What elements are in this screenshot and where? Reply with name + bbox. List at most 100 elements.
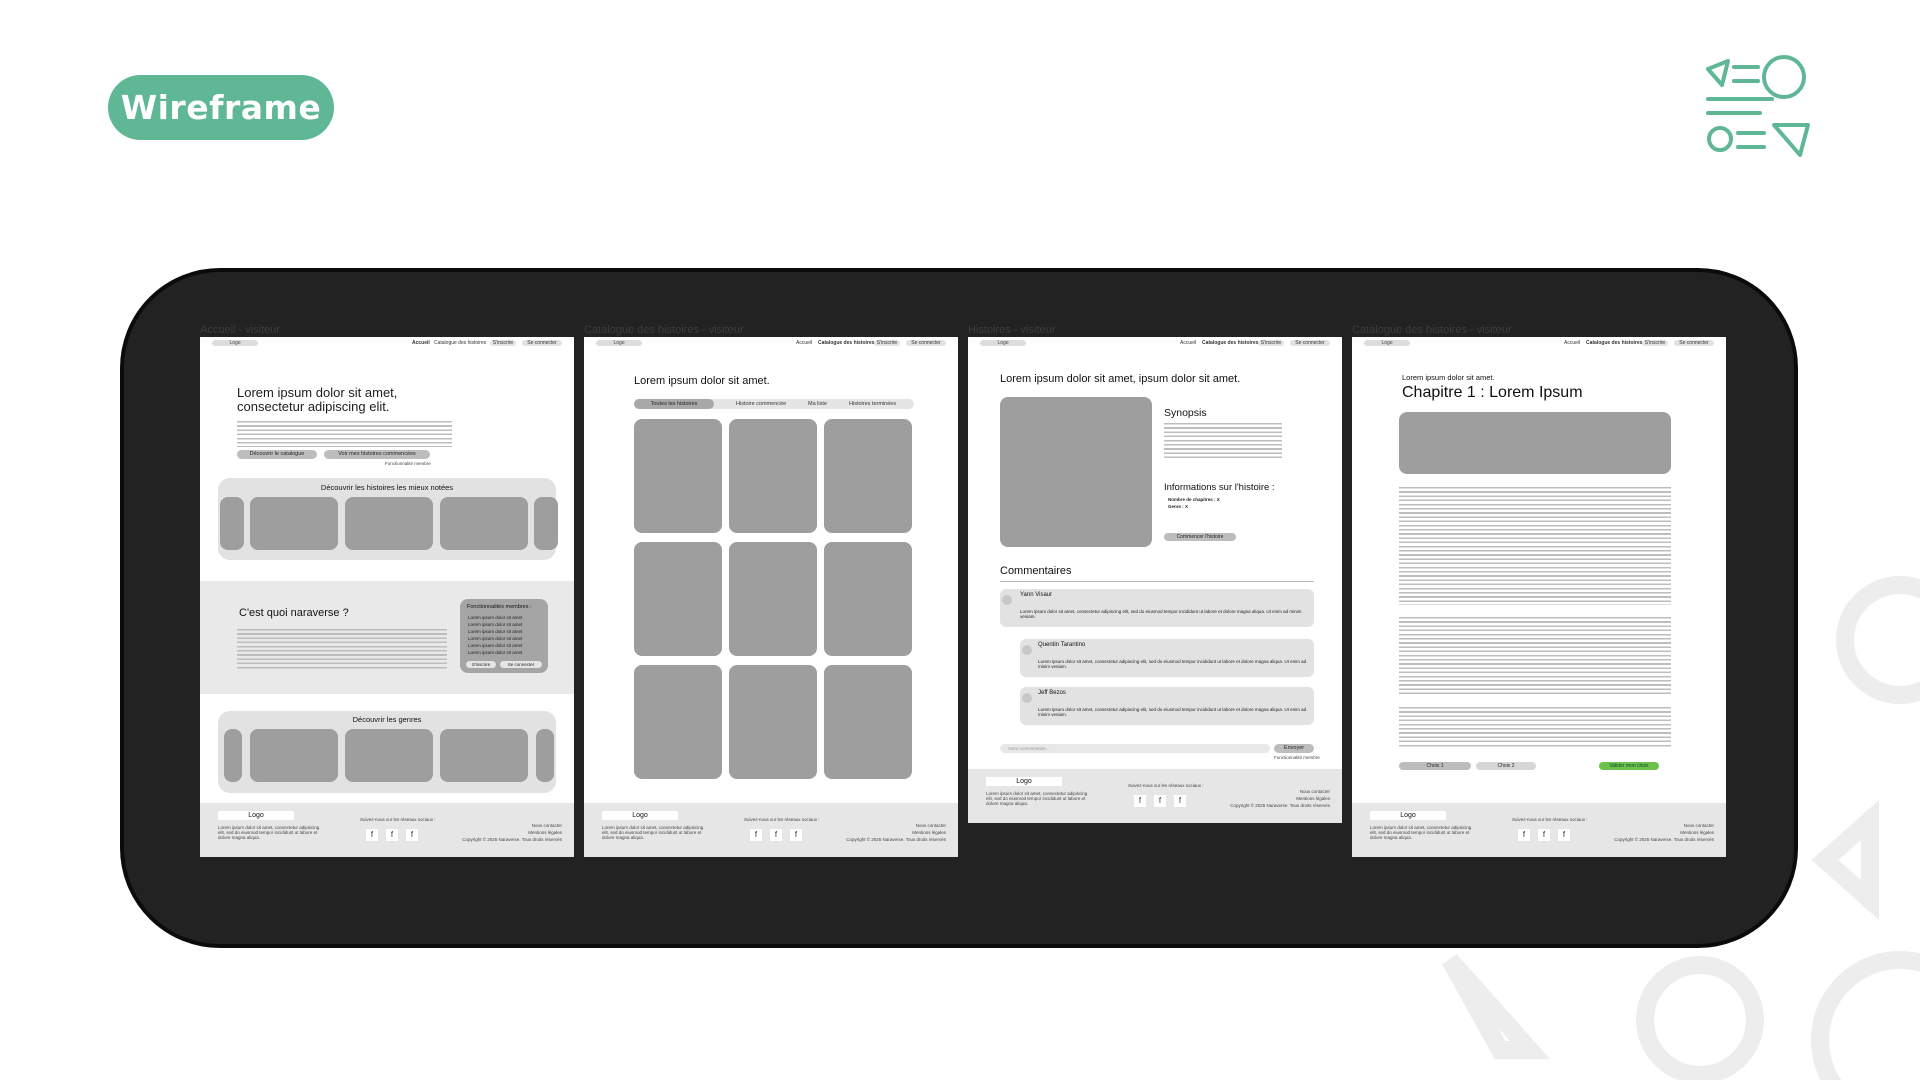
carousel-card[interactable] — [345, 497, 433, 550]
nav-inscrire-button[interactable]: S'inscrire — [874, 340, 900, 346]
member-feature-note: Fonctionnalité membre — [385, 461, 431, 466]
validate-choice-button[interactable]: Valider mon choix — [1599, 762, 1659, 770]
facebook-icon[interactable]: f — [1538, 829, 1550, 841]
story-card[interactable] — [824, 419, 912, 533]
facebook-icon[interactable]: f — [770, 829, 782, 841]
carousel-card[interactable] — [440, 497, 528, 550]
nav-connecter-button[interactable]: Se connecter — [1290, 340, 1330, 346]
tab-toutes[interactable]: Toutes les histoires — [634, 399, 714, 409]
top-nav: Logo Accueil Catalogue des histoires S'i… — [584, 337, 958, 349]
top-rated-title: Découvrir les histoires les mieux notées — [320, 483, 454, 492]
story-card[interactable] — [729, 665, 817, 779]
nav-accueil[interactable]: Accueil — [412, 340, 430, 346]
footer-logo[interactable]: Logo — [218, 811, 294, 820]
chapter-paragraph — [1399, 707, 1671, 749]
choice-1-button[interactable]: Choix 1 — [1399, 762, 1471, 770]
footer-contact-link[interactable]: Nous contacter — [1684, 823, 1714, 828]
nav-inscrire-button[interactable]: S'inscrire — [490, 340, 516, 346]
nav-catalogue[interactable]: Catalogue des histoires — [434, 340, 486, 346]
start-story-button[interactable]: Commencer l'histoire — [1164, 533, 1236, 541]
nav-connecter-button[interactable]: Se connecter — [1674, 340, 1714, 346]
story-card[interactable] — [634, 665, 722, 779]
nav-catalogue[interactable]: Catalogue des histoires — [818, 340, 874, 346]
genre-card[interactable] — [536, 729, 554, 782]
facebook-icon[interactable]: f — [1154, 795, 1166, 807]
carousel-card[interactable] — [220, 497, 244, 550]
facebook-icon[interactable]: f — [386, 829, 398, 841]
comment-text: Lorem ipsum dolor sit amet, consectetur … — [1020, 609, 1302, 619]
facebook-icon[interactable]: f — [1518, 829, 1530, 841]
story-card[interactable] — [729, 419, 817, 533]
footer-contact-link[interactable]: Nous contacter — [532, 823, 562, 828]
synopsis-text — [1164, 423, 1282, 461]
comment-input-placeholder: Votre commentaire... — [1008, 746, 1050, 751]
footer-contact-link[interactable]: Nous contacter — [1300, 789, 1330, 794]
avatar — [1022, 645, 1032, 655]
page-chapitre: Logo Accueil Catalogue des histoires S'i… — [1352, 337, 1726, 857]
genre-card[interactable] — [250, 729, 338, 782]
footer-text: Lorem ipsum dolor sit amet, consectetur … — [602, 825, 704, 840]
facebook-icon[interactable]: f — [1134, 795, 1146, 807]
genre-card[interactable] — [224, 729, 242, 782]
brand-logo-icon — [1706, 55, 1810, 157]
login-button[interactable]: Se connecter — [500, 661, 542, 668]
story-card[interactable] — [634, 542, 722, 656]
facebook-icon[interactable]: f — [750, 829, 762, 841]
nav-logo[interactable]: Logo — [980, 340, 1026, 346]
hero-paragraph — [237, 421, 452, 447]
facebook-icon[interactable]: f — [406, 829, 418, 841]
footer-logo[interactable]: Logo — [602, 811, 678, 820]
footer-text: Lorem ipsum dolor sit amet, consectetur … — [1370, 825, 1472, 840]
nav-connecter-button[interactable]: Se connecter — [522, 340, 562, 346]
footer-logo[interactable]: Logo — [1370, 811, 1446, 820]
nav-catalogue[interactable]: Catalogue des histoires — [1586, 340, 1642, 346]
started-stories-button[interactable]: Voir mes histoires commencées — [324, 450, 430, 459]
genre-card[interactable] — [440, 729, 528, 782]
footer-legal-link[interactable]: Mentions légales — [912, 830, 946, 835]
story-card[interactable] — [634, 419, 722, 533]
tab-commencee[interactable]: Histoire commencée — [736, 401, 786, 407]
tab-ma-liste[interactable]: Ma liste — [808, 401, 827, 407]
chapter-illustration — [1399, 412, 1671, 474]
tab-terminees[interactable]: Histoires terminées — [849, 401, 896, 407]
nav-inscrire-button[interactable]: S'inscrire — [1642, 340, 1668, 346]
comment-author: Yann Visaur — [1020, 592, 1053, 598]
story-card[interactable] — [824, 542, 912, 656]
discover-catalogue-button[interactable]: Découvrir le catalogue — [237, 450, 317, 459]
feature-item: Lorem ipsum dolor sit amet — [468, 622, 523, 627]
comments-divider — [1000, 581, 1314, 582]
wireframe-badge: Wireframe — [108, 75, 334, 140]
footer-legal-link[interactable]: Mentions légales — [1296, 796, 1330, 801]
nav-catalogue[interactable]: Catalogue des histoires — [1202, 340, 1258, 346]
nav-accueil[interactable]: Accueil — [1564, 340, 1580, 346]
footer-social-title: Suivez-nous sur les réseaux sociaux : — [1512, 817, 1588, 822]
footer-contact-link[interactable]: Nous contacter — [916, 823, 946, 828]
nav-logo[interactable]: Logo — [596, 340, 642, 346]
facebook-icon[interactable]: f — [1174, 795, 1186, 807]
nav-connecter-button[interactable]: Se connecter — [906, 340, 946, 346]
footer-logo[interactable]: Logo — [986, 777, 1062, 786]
story-card[interactable] — [824, 665, 912, 779]
footer-copyright: Copyright © 2025 Naraverse. Tous droits … — [1614, 837, 1714, 842]
frame-label: Accueil - visiteur — [200, 324, 281, 336]
nav-inscrire-button[interactable]: S'inscrire — [1258, 340, 1284, 346]
carousel-card[interactable] — [534, 497, 558, 550]
frame-label: Catalogue des histoires - visiteur — [584, 324, 744, 336]
facebook-icon[interactable]: f — [1558, 829, 1570, 841]
footer-legal-link[interactable]: Mentions légales — [1680, 830, 1714, 835]
genre-card[interactable] — [345, 729, 433, 782]
footer-legal-link[interactable]: Mentions légales — [528, 830, 562, 835]
choice-2-button[interactable]: Choix 2 — [1476, 762, 1536, 770]
facebook-icon[interactable]: f — [366, 829, 378, 841]
facebook-icon[interactable]: f — [790, 829, 802, 841]
nav-logo[interactable]: Logo — [1364, 340, 1410, 346]
member-features-title: Fonctionnalités membres : — [467, 604, 532, 610]
signup-button[interactable]: S'inscrire — [466, 661, 496, 668]
nav-logo[interactable]: Logo — [212, 340, 258, 346]
nav-accueil[interactable]: Accueil — [1180, 340, 1196, 346]
carousel-card[interactable] — [250, 497, 338, 550]
send-comment-button[interactable]: Envoyer — [1274, 744, 1314, 753]
story-card[interactable] — [729, 542, 817, 656]
nav-accueil[interactable]: Accueil — [796, 340, 812, 346]
feature-item: Lorem ipsum dolor sit amet — [468, 636, 523, 641]
